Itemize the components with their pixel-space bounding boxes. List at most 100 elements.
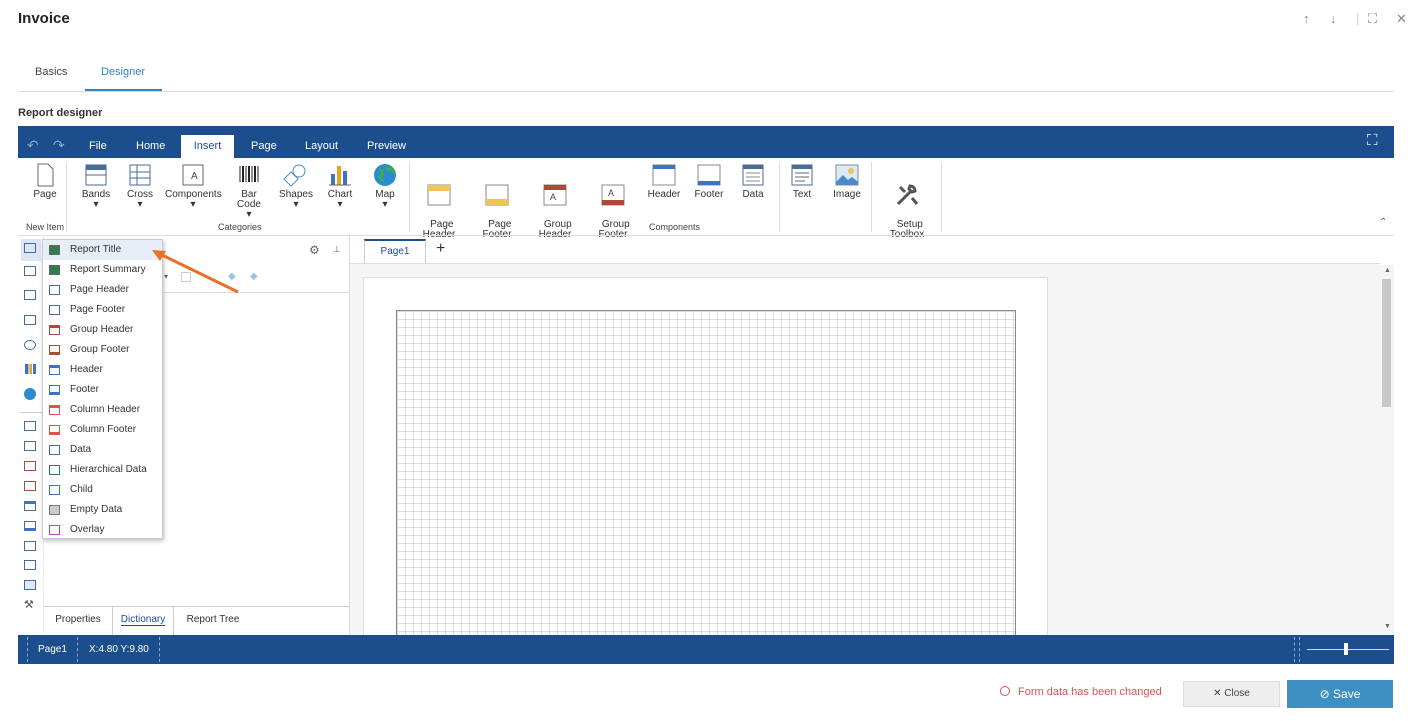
button-label: Page Header <box>423 219 456 240</box>
bands-button[interactable]: Bands ▾ <box>78 162 114 210</box>
save-button[interactable]: ⊘ Save <box>1287 680 1393 708</box>
barcode-icon[interactable] <box>24 315 36 325</box>
scroll-up-icon[interactable]: ▲ <box>1384 267 1391 274</box>
menu-item-overlay[interactable]: Overlay <box>43 520 162 540</box>
redo-icon[interactable]: ↷ <box>53 137 65 154</box>
tab-layout[interactable]: Layout <box>305 140 338 152</box>
tab-report-tree[interactable]: Report Tree <box>174 607 252 635</box>
group-header-icon[interactable] <box>24 461 36 471</box>
data-icon[interactable] <box>24 541 36 551</box>
status-divider <box>27 637 28 662</box>
ribbon-separator <box>409 162 410 232</box>
data-band-icon <box>742 164 764 186</box>
bands-icon[interactable] <box>24 243 36 253</box>
tools-icon[interactable]: ⚒ <box>24 598 34 611</box>
group-footer-button[interactable]: A Group Footer <box>595 162 631 240</box>
menu-item-page-header[interactable]: Page Header <box>43 280 162 300</box>
shapes-icon[interactable] <box>24 340 36 350</box>
group-header-icon: A <box>543 184 567 206</box>
menu-item-group-footer[interactable]: Group Footer <box>43 340 162 360</box>
menu-item-hierarchical-data[interactable]: Hierarchical Data <box>43 460 162 480</box>
page-header-icon[interactable] <box>24 421 36 431</box>
menu-item-column-header[interactable]: Column Header <box>43 400 162 420</box>
zoom-slider-handle[interactable] <box>1344 643 1348 655</box>
tab-file[interactable]: File <box>89 140 107 152</box>
fullscreen-icon[interactable]: ⛶ <box>1367 132 1378 149</box>
add-page-button[interactable]: + <box>436 240 445 258</box>
setup-toolbox-button[interactable]: Setup Toolbox <box>885 162 929 240</box>
text-button[interactable]: Text <box>787 162 817 200</box>
button-label: Components <box>165 189 222 200</box>
group-footer-icon[interactable] <box>24 481 36 491</box>
tab-basics[interactable]: Basics <box>35 66 67 78</box>
move-down-icon[interactable]: ◆ <box>250 271 258 282</box>
tab-page[interactable]: Page <box>251 140 277 152</box>
menu-item-child[interactable]: Child <box>43 480 162 500</box>
tab-preview[interactable]: Preview <box>367 140 406 152</box>
tab-page1[interactable]: Page1 <box>364 239 426 263</box>
chart-icon[interactable] <box>25 364 36 374</box>
zoom-slider-track[interactable] <box>1307 649 1389 650</box>
cross-bands-icon[interactable] <box>24 266 36 276</box>
image-button[interactable]: Image <box>830 162 864 200</box>
maximize-icon[interactable]: ⛶ <box>1368 11 1377 27</box>
tab-properties[interactable]: Properties <box>44 607 112 635</box>
page-footer-button[interactable]: Page Footer <box>480 162 514 240</box>
barcode-button[interactable]: Bar Code ▾ <box>228 162 270 220</box>
text-icon[interactable] <box>24 560 36 570</box>
components-button[interactable]: A Components ▾ <box>165 162 222 210</box>
undo-icon[interactable]: ↶ <box>27 137 39 154</box>
image-icon[interactable] <box>24 580 36 590</box>
map-button[interactable]: Map ▾ <box>370 162 400 210</box>
tab-insert[interactable]: Insert <box>181 135 234 158</box>
components-icon[interactable] <box>24 290 36 300</box>
menu-item-group-header[interactable]: Group Header <box>43 320 162 340</box>
pin-icon[interactable]: ⊥ <box>333 244 341 255</box>
menu-item-report-title[interactable]: Report Title <box>43 240 162 260</box>
move-down-icon[interactable]: ↓ <box>1330 11 1337 26</box>
menu-item-report-summary[interactable]: Report Summary <box>43 260 162 280</box>
page-grid[interactable] <box>396 310 1016 650</box>
page-footer-icon[interactable] <box>24 441 36 451</box>
button-label: Header <box>647 189 681 200</box>
scrollbar-thumb[interactable] <box>1382 279 1391 407</box>
collapse-ribbon-icon[interactable]: ⌃ <box>1379 217 1387 228</box>
shapes-button[interactable]: Shapes ▾ <box>278 162 314 210</box>
menu-item-header[interactable]: Header <box>43 360 162 380</box>
menu-item-column-footer[interactable]: Column Footer <box>43 420 162 440</box>
page-footer-icon <box>485 184 509 206</box>
insert-page-button[interactable]: Page <box>30 162 60 200</box>
status-divider <box>77 637 78 662</box>
settings-icon[interactable]: ⚙ <box>309 243 320 257</box>
menu-item-empty-data[interactable]: Empty Data <box>43 500 162 520</box>
globe-icon[interactable] <box>24 388 36 400</box>
child-icon <box>49 485 60 495</box>
scroll-down-icon[interactable]: ▼ <box>1384 623 1391 630</box>
header-button[interactable]: Header <box>647 162 681 200</box>
close-button[interactable]: ✕ Close <box>1183 681 1280 707</box>
tab-home[interactable]: Home <box>136 140 165 152</box>
menu-item-data[interactable]: Data <box>43 440 162 460</box>
button-label: Page Footer <box>483 219 512 240</box>
status-divider <box>1299 637 1300 662</box>
group-footer-icon <box>49 345 60 355</box>
header-icon[interactable] <box>24 501 36 511</box>
tab-dictionary[interactable]: Dictionary <box>112 607 174 635</box>
close-icon[interactable]: ✕ <box>1396 11 1407 27</box>
footer-icon[interactable] <box>24 521 36 531</box>
tab-designer[interactable]: Designer <box>101 66 145 78</box>
text-icon <box>791 164 813 186</box>
footer-icon <box>49 385 60 395</box>
cross-button[interactable]: Cross ▾ <box>124 162 156 210</box>
button-label: Bar Code <box>237 189 261 210</box>
footer-button[interactable]: Footer <box>692 162 726 200</box>
button-label: Shapes <box>279 189 313 200</box>
chart-button[interactable]: Chart ▾ <box>325 162 355 210</box>
data-button[interactable]: Data <box>738 162 768 200</box>
menu-item-page-footer[interactable]: Page Footer <box>43 300 162 320</box>
page-header-button[interactable]: Page Header <box>422 162 456 240</box>
tools-icon <box>896 184 919 206</box>
group-header-button[interactable]: A Group Header <box>537 162 573 240</box>
move-up-icon[interactable]: ↑ <box>1303 11 1310 26</box>
menu-item-footer[interactable]: Footer <box>43 380 162 400</box>
